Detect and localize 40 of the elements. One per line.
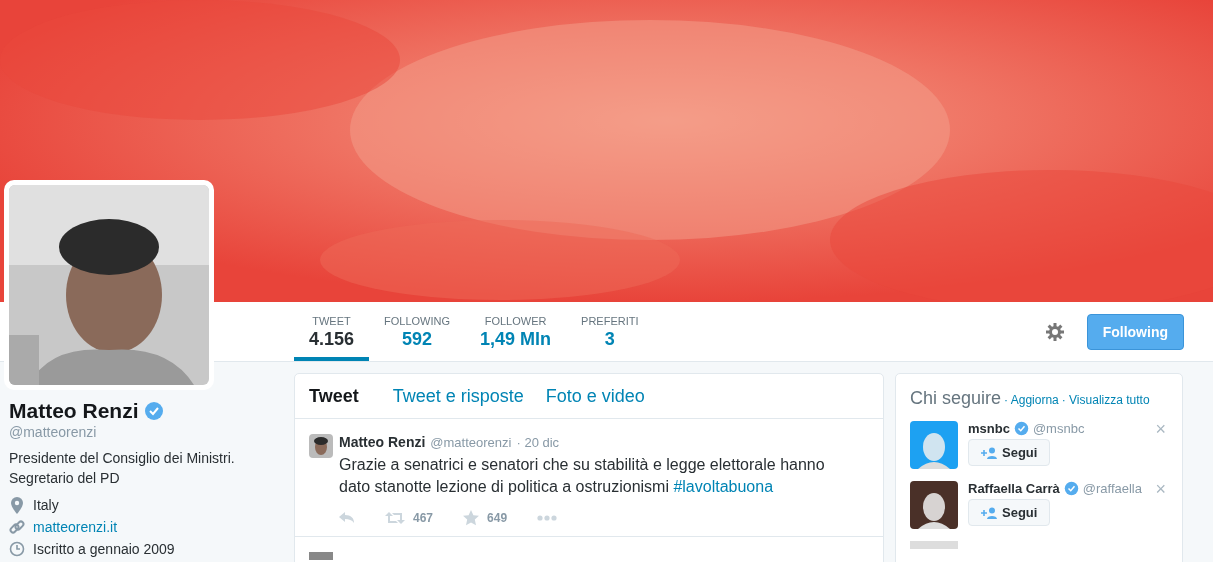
refresh-link[interactable]: · Aggiorna (1004, 393, 1059, 407)
stat-tab[interactable]: PREFERITI 3 (566, 302, 654, 361)
retweet-count: 467 (413, 511, 434, 525)
clock-icon (9, 541, 25, 557)
star-icon[interactable] (463, 510, 480, 526)
settings-icon[interactable] (1044, 321, 1065, 342)
profile-detail: Italy (33, 497, 59, 513)
location-pin-icon (9, 496, 25, 514)
user-name: msnbc (968, 421, 1010, 436)
user-handle: @msnbc (1032, 421, 1085, 436)
follow-button[interactable]: Segui (968, 499, 1051, 526)
reply-icon[interactable] (339, 512, 355, 524)
user-name: Raffaella Carrà (968, 481, 1060, 496)
follow-button[interactable]: Segui (968, 439, 1051, 466)
following-button[interactable]: Following (1086, 313, 1184, 350)
timeline-tab[interactable]: Tweet (309, 385, 381, 407)
website-link[interactable]: matteorenzi.it (33, 519, 118, 535)
favorite-count: 649 (487, 511, 508, 525)
timeline-tab[interactable]: Foto e video (545, 385, 655, 407)
profile-name: Matteo Renzi (9, 399, 139, 423)
tweet-handle: @matteorenzi (430, 435, 512, 450)
tweet-author: Matteo Renzi (339, 434, 426, 450)
module-title: Chi seguire (910, 388, 1002, 409)
profile-detail: Iscritto a gennaio 2009 (33, 541, 175, 557)
hashtag-link[interactable]: #lavoltabuona (673, 478, 774, 495)
add-user-icon (981, 506, 998, 519)
link-icon (9, 519, 25, 535)
stat-tab[interactable]: TWEET 4.156 (294, 302, 370, 361)
tweet-text: Grazie a senatrici e senatori che su stabilità e legge elettorale hanno dato stanotte lezione di politica a ostruzionismi #lavoltabuona (339, 455, 826, 497)
profile-bio: Presidente del Consiglio dei Ministri. Segretario del PD (9, 449, 236, 488)
more-icon[interactable] (537, 515, 558, 521)
add-user-icon (981, 446, 998, 459)
view-all-link[interactable]: · Visualizza tutto (1061, 393, 1150, 407)
profile-handle: @matteorenzi (9, 424, 98, 440)
tweet-time: · 20 dic (516, 435, 560, 450)
stat-tab[interactable]: FOLLOWING 592 (369, 302, 466, 361)
retweet-icon[interactable] (385, 512, 405, 524)
timeline-tab[interactable]: Tweet e risposte (392, 385, 534, 407)
user-handle: @raffaella (1082, 481, 1142, 496)
stat-tab[interactable]: FOLLOWER 1,49 Mln (465, 302, 567, 361)
